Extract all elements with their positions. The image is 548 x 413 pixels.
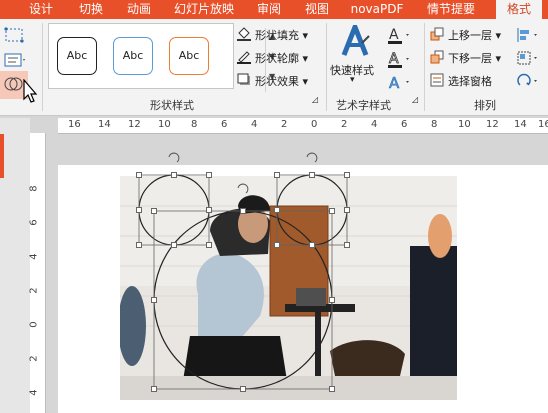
resize-handle[interactable] bbox=[344, 242, 350, 248]
resize-handle[interactable] bbox=[206, 172, 212, 178]
resize-handle[interactable] bbox=[329, 208, 335, 214]
resize-handle[interactable] bbox=[274, 207, 280, 213]
resize-handle[interactable] bbox=[206, 207, 212, 213]
resize-handle[interactable] bbox=[309, 242, 315, 248]
resize-handle[interactable] bbox=[344, 172, 350, 178]
resize-handle[interactable] bbox=[151, 386, 157, 392]
resize-handle[interactable] bbox=[151, 297, 157, 303]
rotate-handle-icon[interactable] bbox=[168, 152, 318, 194]
resize-handle[interactable] bbox=[171, 242, 177, 248]
resize-handle[interactable] bbox=[151, 208, 157, 214]
resize-handle[interactable] bbox=[329, 386, 335, 392]
circle-shape[interactable] bbox=[138, 174, 210, 246]
resize-handle[interactable] bbox=[136, 172, 142, 178]
resize-handle[interactable] bbox=[309, 172, 315, 178]
circle-shape[interactable] bbox=[276, 174, 348, 246]
resize-handle[interactable] bbox=[274, 242, 280, 248]
resize-handle[interactable] bbox=[136, 207, 142, 213]
resize-handle[interactable] bbox=[206, 242, 212, 248]
resize-handle[interactable] bbox=[274, 172, 280, 178]
resize-handle[interactable] bbox=[136, 242, 142, 248]
circle-shape[interactable] bbox=[153, 210, 333, 390]
resize-handle[interactable] bbox=[240, 386, 246, 392]
resize-handle[interactable] bbox=[171, 172, 177, 178]
resize-handle[interactable] bbox=[344, 207, 350, 213]
resize-handle[interactable] bbox=[329, 297, 335, 303]
resize-handle[interactable] bbox=[240, 208, 246, 214]
selection-box bbox=[153, 210, 333, 390]
